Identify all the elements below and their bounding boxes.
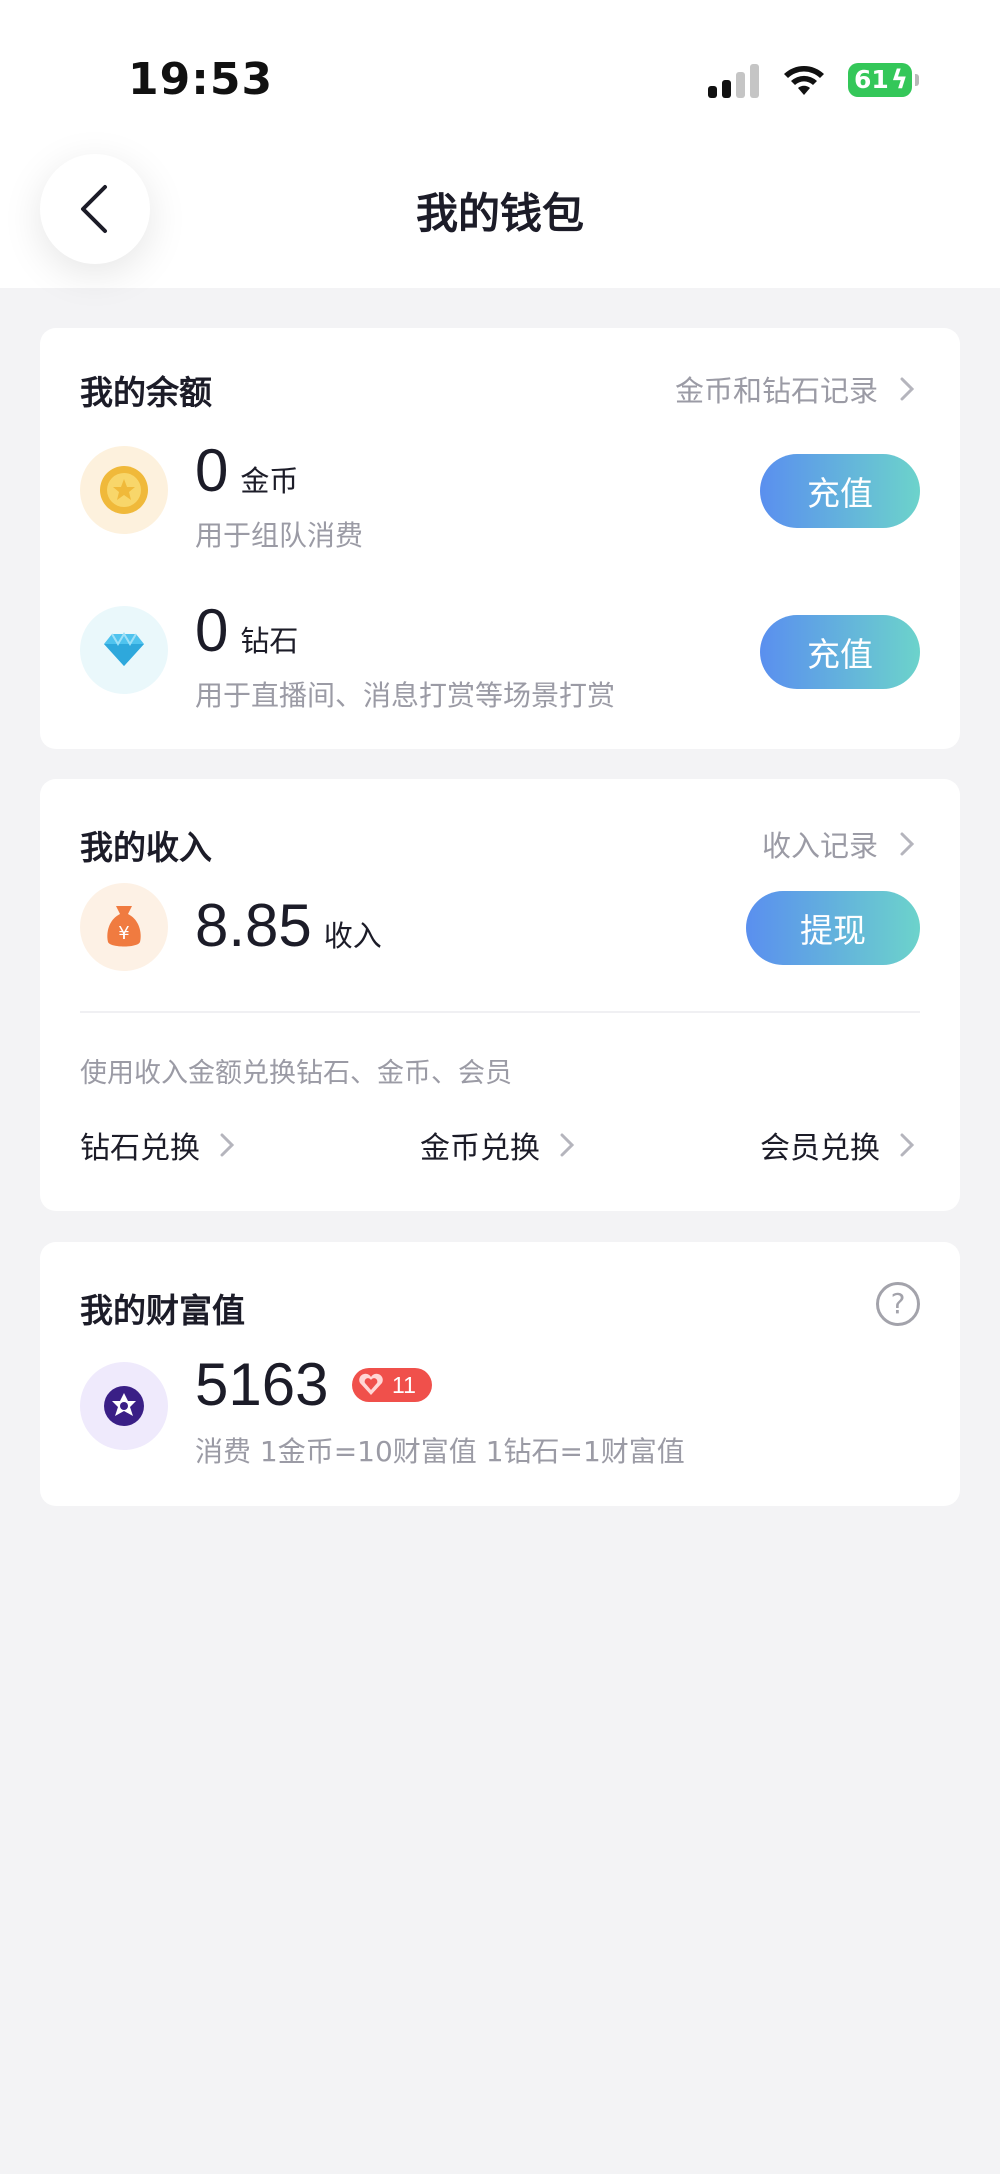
coin-exchange-label: 金币兑换 bbox=[420, 1131, 540, 1166]
balance-card: 我的余额 金币和钻石记录 0 金币 用于组队消费 充值 0 钻石 用于直播间、消… bbox=[40, 328, 960, 749]
status-time: 19:53 bbox=[128, 54, 274, 105]
help-icon[interactable]: ? bbox=[876, 1282, 920, 1326]
coin-amount: 0 bbox=[195, 437, 229, 504]
diamond-amount: 0 bbox=[195, 597, 229, 664]
wealth-level: 11 bbox=[392, 1371, 416, 1398]
diamond-recharge-button[interactable]: 充值 bbox=[760, 615, 920, 689]
coin-diamond-records-link[interactable]: 金币和钻石记录 bbox=[675, 368, 920, 410]
income-divider bbox=[80, 1011, 920, 1013]
diamond-exchange-link[interactable]: 钻石兑换 bbox=[80, 1123, 240, 1167]
chevron-right-icon bbox=[900, 377, 915, 401]
diamond-description: 用于直播间、消息打赏等场景打赏 bbox=[195, 679, 616, 712]
coin-recharge-button[interactable]: 充值 bbox=[760, 454, 920, 528]
status-icons: 61 ϟ bbox=[708, 60, 919, 100]
diamond-exchange-label: 钻石兑换 bbox=[80, 1131, 200, 1166]
withdraw-button[interactable]: 提现 bbox=[746, 891, 920, 965]
wealth-title: 我的财富值 bbox=[80, 1291, 245, 1330]
diamond-icon bbox=[80, 606, 168, 694]
coin-exchange-link[interactable]: 金币兑换 bbox=[420, 1123, 580, 1167]
income-card: 我的收入 收入记录 ¥ 8.85 收入 提现 使用收入金额兑换钻石、金币、会员 … bbox=[40, 779, 960, 1211]
chevron-right-icon bbox=[560, 1133, 575, 1157]
coin-icon bbox=[80, 446, 168, 534]
balance-title: 我的余额 bbox=[80, 373, 212, 412]
income-amount: 8.85 bbox=[195, 892, 312, 959]
diamond-unit: 钻石 bbox=[240, 624, 299, 658]
coin-diamond-records-label: 金币和钻石记录 bbox=[674, 374, 878, 408]
charging-bolt-icon: ϟ bbox=[890, 65, 908, 95]
vip-exchange-link[interactable]: 会员兑换 bbox=[760, 1123, 920, 1167]
wealth-card: 我的财富值 ? 5163 11 消费 1金币=10财富值 1钻石=1财富值 bbox=[40, 1242, 960, 1506]
wifi-icon bbox=[784, 66, 824, 95]
coin-balance: 0 金币 bbox=[195, 436, 298, 505]
diamond-balance: 0 钻石 bbox=[195, 596, 298, 665]
battery-icon: 61 ϟ bbox=[848, 63, 919, 97]
wealth-amount: 5163 bbox=[195, 1350, 328, 1419]
income-records-link[interactable]: 收入记录 bbox=[762, 823, 920, 865]
income-records-label: 收入记录 bbox=[761, 829, 878, 863]
wealth-value: 5163 bbox=[195, 1351, 329, 1418]
top-bar: 19:53 61 ϟ 我的钱包 bbox=[0, 0, 1000, 288]
wealth-star-icon bbox=[80, 1362, 168, 1450]
income-exchange-hint: 使用收入金额兑换钻石、金币、会员 bbox=[80, 1058, 512, 1089]
income-title: 我的收入 bbox=[80, 828, 212, 867]
coin-description: 用于组队消费 bbox=[195, 519, 364, 552]
heart-gem-icon bbox=[359, 1373, 383, 1395]
coin-unit: 金币 bbox=[240, 464, 299, 498]
chevron-right-icon bbox=[220, 1133, 235, 1157]
battery-level: 61 bbox=[854, 65, 889, 94]
wealth-level-badge: 11 bbox=[352, 1368, 432, 1402]
income-balance: 8.85 收入 bbox=[195, 891, 382, 960]
chevron-right-icon bbox=[900, 1133, 915, 1157]
income-unit: 收入 bbox=[323, 919, 382, 953]
wealth-description: 消费 1金币=10财富值 1钻石=1财富值 bbox=[195, 1435, 685, 1468]
chevron-right-icon bbox=[900, 832, 915, 856]
money-bag-icon: ¥ bbox=[80, 883, 168, 971]
page-title: 我的钱包 bbox=[415, 189, 584, 238]
cellular-signal-icon bbox=[708, 60, 760, 100]
vip-exchange-label: 会员兑换 bbox=[760, 1131, 880, 1166]
svg-text:¥: ¥ bbox=[118, 923, 129, 944]
